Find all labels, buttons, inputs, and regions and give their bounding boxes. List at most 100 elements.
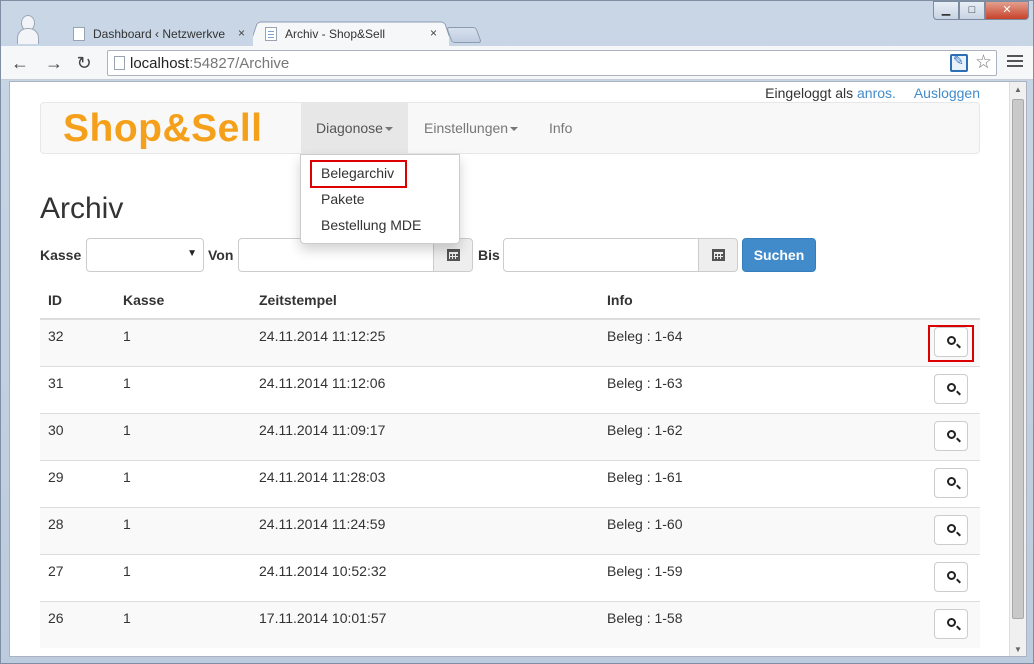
cell-zeitstempel: 24.11.2014 10:52:32 — [251, 553, 599, 601]
column-header-kasse: Kasse — [115, 282, 251, 320]
view-details-button[interactable] — [934, 608, 968, 639]
cell-info: Beleg : 1-62 — [599, 412, 899, 460]
cell-info: Beleg : 1-59 — [599, 553, 899, 601]
calendar-icon — [712, 249, 725, 261]
search-icon — [947, 336, 956, 345]
address-bar[interactable]: localhost:54827/Archive ☆ — [107, 50, 997, 76]
view-details-button[interactable] — [934, 467, 968, 498]
cell-zeitstempel: 24.11.2014 11:24:59 — [251, 506, 599, 554]
bis-date-input[interactable] — [503, 238, 699, 272]
cell-kasse: 1 — [115, 365, 251, 413]
brand-logo[interactable]: Shop&Sell — [63, 107, 263, 151]
browser-menu-icon[interactable] — [1007, 55, 1023, 69]
column-header-info: Info — [599, 282, 899, 320]
cell-kasse: 1 — [115, 318, 251, 366]
nav-item-diagnose[interactable]: Diagonose — [301, 103, 408, 153]
bis-label: Bis — [478, 247, 500, 263]
cell-id: 31 — [40, 365, 115, 413]
kasse-select[interactable]: ▼ — [86, 238, 204, 272]
table-row: 28 1 24.11.2014 11:24:59 Beleg : 1-60 — [40, 506, 980, 554]
caret-down-icon — [384, 127, 393, 132]
page-title: Archiv — [40, 192, 124, 225]
maximize-button[interactable]: □ — [959, 1, 985, 20]
browser-toolbar: ← → ↻ localhost:54827/Archive ☆ — [1, 46, 1033, 80]
cell-kasse: 1 — [115, 506, 251, 554]
cell-actions — [899, 600, 980, 648]
highlight-annotation — [310, 160, 407, 188]
extension-edit-icon[interactable] — [950, 53, 968, 72]
scroll-up-arrow-icon[interactable]: ▲ — [1010, 82, 1026, 98]
cell-zeitstempel: 17.11.2014 10:01:57 — [251, 600, 599, 648]
cell-kasse: 1 — [115, 553, 251, 601]
nav-item-einstellungen[interactable]: Einstellungen — [409, 103, 533, 153]
back-arrow-icon[interactable]: ← — [9, 52, 31, 74]
cell-id: 28 — [40, 506, 115, 554]
view-details-button[interactable] — [934, 420, 968, 451]
search-button[interactable]: Suchen — [742, 238, 816, 272]
bookmark-star-icon[interactable]: ☆ — [975, 51, 992, 74]
cell-kasse: 1 — [115, 600, 251, 648]
logout-link[interactable]: Ausloggen — [914, 85, 980, 101]
minimize-button[interactable]: ▁ — [933, 1, 959, 20]
new-tab-button[interactable] — [446, 27, 482, 43]
view-details-button[interactable] — [934, 561, 968, 592]
cell-id: 26 — [40, 600, 115, 648]
forward-arrow-icon[interactable]: → — [43, 52, 65, 74]
tab-dashboard[interactable]: Dashboard ‹ Netzwerkverw × — [61, 21, 257, 47]
cell-kasse: 1 — [115, 459, 251, 507]
menu-item-pakete[interactable]: Pakete — [301, 186, 459, 212]
view-details-button[interactable] — [934, 373, 968, 404]
cell-zeitstempel: 24.11.2014 11:09:17 — [251, 412, 599, 460]
von-label: Von — [208, 247, 234, 263]
cell-actions — [899, 365, 980, 413]
window-controls: ▁ □ ✕ — [933, 1, 1029, 21]
cell-info: Beleg : 1-60 — [599, 506, 899, 554]
view-details-button[interactable] — [934, 514, 968, 545]
username-link[interactable]: anros. — [857, 85, 896, 101]
cell-info: Beleg : 1-61 — [599, 459, 899, 507]
tab-archiv[interactable]: Archiv - Shop&Sell × — [253, 21, 449, 47]
caret-down-icon — [510, 127, 519, 132]
cell-id: 29 — [40, 459, 115, 507]
menu-item-bestellung-mde[interactable]: Bestellung MDE — [301, 212, 459, 238]
column-header-actions — [899, 282, 980, 320]
vertical-scrollbar[interactable]: ▲ ▼ — [1009, 82, 1026, 656]
menu-item-belegarchiv[interactable]: Belegarchiv — [301, 160, 459, 188]
close-window-button[interactable]: ✕ — [985, 1, 1029, 20]
tab-title: Dashboard ‹ Netzwerkverw — [93, 27, 225, 41]
page-viewport: Eingeloggt als anros. Ausloggen Shop&Sel… — [9, 81, 1027, 657]
scrollbar-thumb[interactable] — [1012, 99, 1024, 619]
table-row: 26 1 17.11.2014 10:01:57 Beleg : 1-58 — [40, 600, 980, 648]
tab-close-icon[interactable]: × — [430, 26, 437, 40]
tab-title: Archiv - Shop&Sell — [285, 27, 386, 41]
tab-close-icon[interactable]: × — [238, 26, 245, 40]
nav-item-info[interactable]: Info — [534, 103, 587, 153]
cell-id: 32 — [40, 318, 115, 366]
table-row: 31 1 24.11.2014 11:12:06 Beleg : 1-63 — [40, 365, 980, 413]
table-row: 32 1 24.11.2014 11:12:25 Beleg : 1-64 — [40, 318, 980, 366]
cell-actions — [899, 459, 980, 507]
cell-info: Beleg : 1-63 — [599, 365, 899, 413]
kasse-label: Kasse — [40, 247, 82, 263]
login-bar: Eingeloggt als anros. Ausloggen — [765, 85, 980, 101]
cell-actions — [899, 506, 980, 554]
document-favicon-icon — [265, 27, 277, 41]
select-arrow-icon: ▼ — [187, 248, 197, 259]
search-icon — [947, 523, 956, 533]
cell-zeitstempel: 24.11.2014 11:12:06 — [251, 365, 599, 413]
reload-icon[interactable]: ↻ — [73, 52, 95, 74]
filter-bar: Kasse ▼ Von Bis Suchen — [40, 238, 980, 272]
search-icon — [947, 570, 956, 580]
url-text[interactable]: localhost:54827/Archive — [130, 55, 289, 72]
table-header-row: ID Kasse Zeitstempel Info — [40, 282, 980, 320]
view-details-button[interactable] — [934, 327, 968, 357]
cell-actions — [899, 553, 980, 601]
cell-info: Beleg : 1-58 — [599, 600, 899, 648]
bis-calendar-button[interactable] — [698, 238, 738, 272]
logged-in-label: Eingeloggt als — [765, 85, 854, 101]
profile-avatar-icon[interactable] — [15, 15, 41, 45]
cell-id: 27 — [40, 553, 115, 601]
search-icon — [947, 617, 956, 627]
cell-actions — [899, 318, 980, 366]
scroll-down-arrow-icon[interactable]: ▼ — [1010, 642, 1026, 656]
